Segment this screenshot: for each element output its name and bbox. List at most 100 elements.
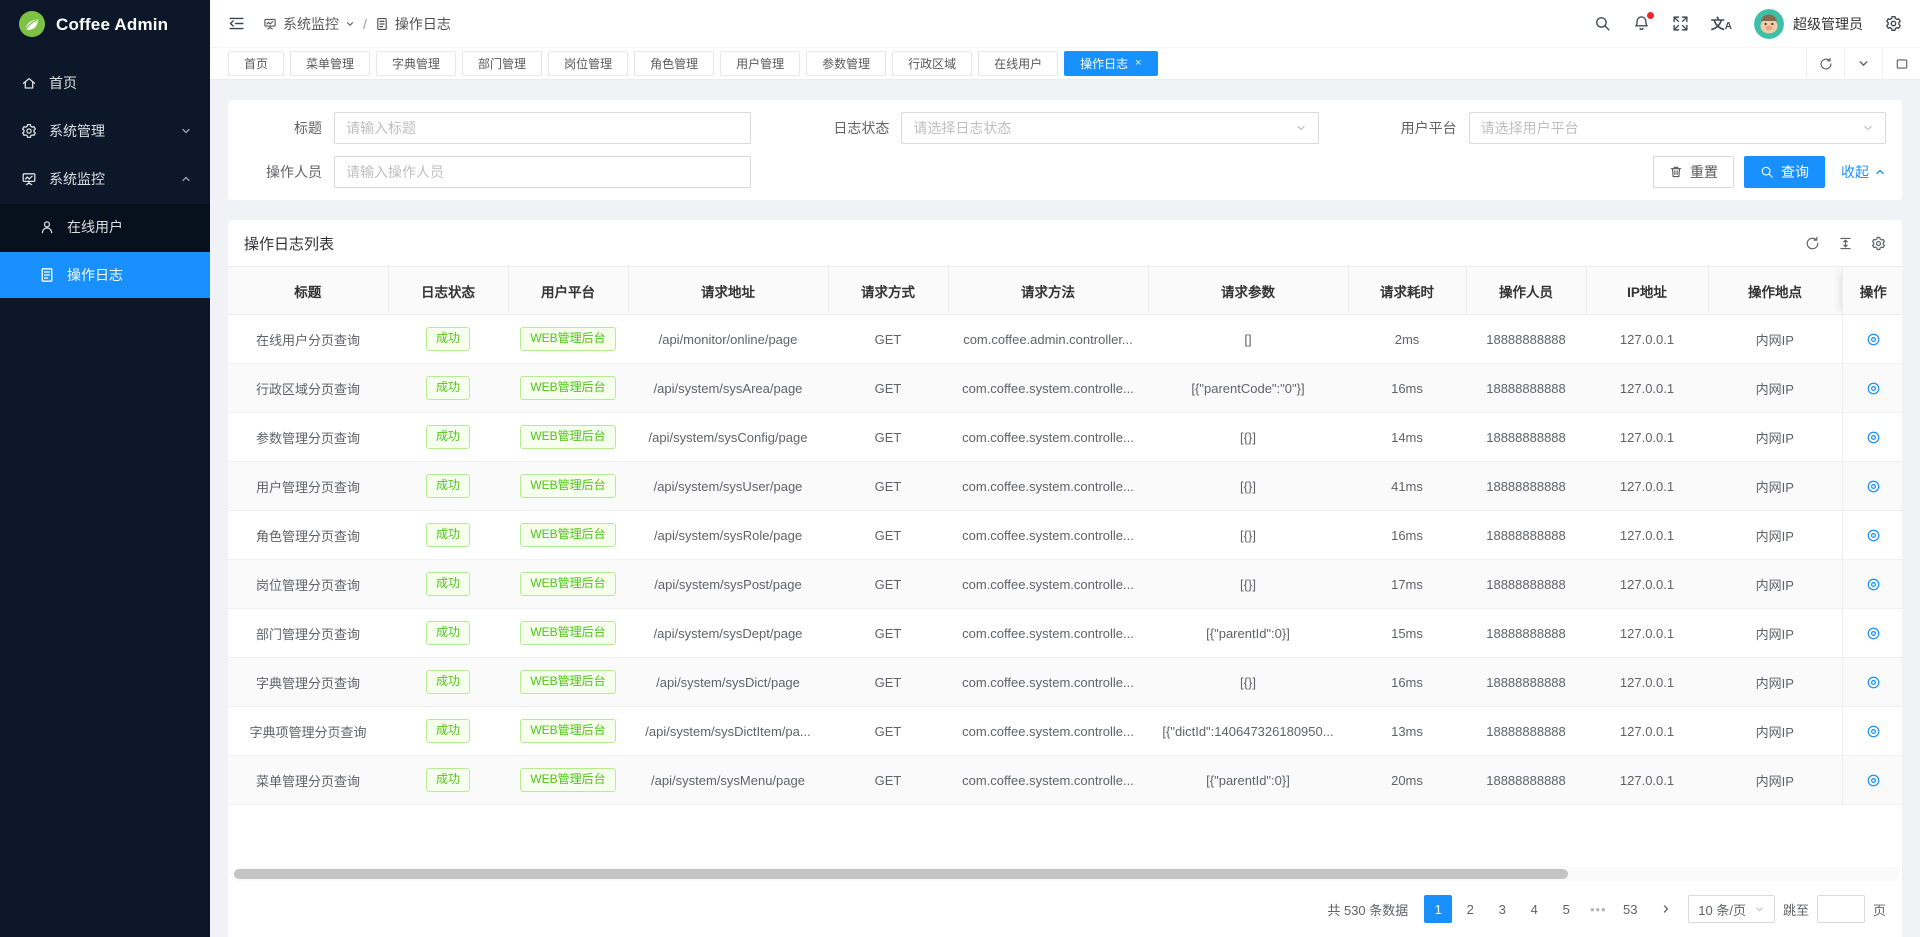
collapse-sidebar-button[interactable] <box>228 15 245 32</box>
tab-close-icon[interactable]: × <box>1135 58 1141 69</box>
tab-item[interactable]: 行政区域 <box>892 51 972 76</box>
search-button[interactable] <box>1594 15 1611 32</box>
title-input[interactable] <box>334 112 751 144</box>
cell-request-method: GET <box>828 756 948 805</box>
view-detail-button[interactable] <box>1864 477 1883 496</box>
view-detail-button[interactable] <box>1864 379 1883 398</box>
sidebar-item-operation-log[interactable]: 操作日志 <box>0 252 210 298</box>
log-icon <box>39 267 55 283</box>
collapse-filter-link[interactable]: 收起 <box>1841 162 1886 182</box>
scrollbar-thumb[interactable] <box>234 869 1568 879</box>
tab-item[interactable]: 用户管理 <box>720 51 800 76</box>
tab-refresh-button[interactable] <box>1806 48 1844 79</box>
page-button[interactable]: 3 <box>1488 895 1516 923</box>
chevron-right-icon <box>1660 903 1672 915</box>
operator-input[interactable] <box>334 156 751 188</box>
next-page-button[interactable] <box>1652 895 1680 923</box>
operator-label: 操作人员 <box>244 162 322 182</box>
fullscreen-button[interactable] <box>1672 15 1689 32</box>
page-button[interactable]: ••• <box>1584 895 1612 923</box>
gear-icon <box>21 123 37 139</box>
cell-params: [{}] <box>1148 658 1348 707</box>
cell-location: 内网IP <box>1708 609 1842 658</box>
sidebar-item-system-monitor[interactable]: 系统监控 <box>0 156 210 202</box>
tab-item[interactable]: 岗位管理 <box>548 51 628 76</box>
search-button[interactable]: 查询 <box>1744 156 1825 188</box>
jump-page-input[interactable] <box>1817 895 1865 923</box>
chevron-down-icon <box>345 19 355 29</box>
user-menu[interactable]: 超级管理员 <box>1754 9 1863 39</box>
cell-location: 内网IP <box>1708 413 1842 462</box>
page-button[interactable]: 4 <box>1520 895 1548 923</box>
sidebar-item-online-users[interactable]: 在线用户 <box>0 204 210 250</box>
column-header: 操作人员 <box>1466 267 1586 315</box>
cell-params: [{}] <box>1148 511 1348 560</box>
sidebar-item-system-management[interactable]: 系统管理 <box>0 108 210 154</box>
tab-item[interactable]: 在线用户 <box>978 51 1058 76</box>
cell-title: 字典项管理分页查询 <box>228 707 388 756</box>
eye-icon <box>1866 332 1881 347</box>
density-button[interactable] <box>1838 236 1853 251</box>
chevron-down-icon <box>1754 904 1765 915</box>
breadcrumb: 系统监控 / 操作日志 <box>263 14 451 34</box>
cell-title: 岗位管理分页查询 <box>228 560 388 609</box>
tab-item[interactable]: 首页 <box>228 51 284 76</box>
tab-item[interactable]: 参数管理 <box>806 51 886 76</box>
view-detail-button[interactable] <box>1864 771 1883 790</box>
refresh-icon <box>1819 57 1833 71</box>
view-detail-button[interactable] <box>1864 575 1883 594</box>
page-button[interactable]: 2 <box>1456 895 1484 923</box>
cell-request-method: GET <box>828 364 948 413</box>
cell-title: 行政区域分页查询 <box>228 364 388 413</box>
tab-item[interactable]: 菜单管理 <box>290 51 370 76</box>
cell-ip: 127.0.0.1 <box>1586 658 1708 707</box>
cell-request-url: /api/system/sysDictItem/pa... <box>628 707 828 756</box>
gear-icon <box>1871 236 1886 251</box>
view-detail-button[interactable] <box>1864 722 1883 741</box>
cell-location: 内网IP <box>1708 511 1842 560</box>
jump-label: 跳至 <box>1783 900 1809 919</box>
tab-item[interactable]: 角色管理 <box>634 51 714 76</box>
page-button[interactable]: 1 <box>1424 895 1452 923</box>
cell-duration: 20ms <box>1348 756 1466 805</box>
view-detail-button[interactable] <box>1864 428 1883 447</box>
view-detail-button[interactable] <box>1864 330 1883 349</box>
main-area: 系统监控 / 操作日志 <box>210 0 1920 937</box>
platform-select[interactable]: 请选择用户平台 <box>1469 112 1886 144</box>
cell-params: [{}] <box>1148 560 1348 609</box>
view-detail-button[interactable] <box>1864 673 1883 692</box>
cell-duration: 16ms <box>1348 511 1466 560</box>
tab-item[interactable]: 部门管理 <box>462 51 542 76</box>
view-detail-button[interactable] <box>1864 526 1883 545</box>
tab-list-dropdown-button[interactable] <box>1844 48 1882 79</box>
sidebar-item-home[interactable]: 首页 <box>0 60 210 106</box>
cell-duration: 13ms <box>1348 707 1466 756</box>
tab-maximize-button[interactable] <box>1882 48 1920 79</box>
cell-request-method: GET <box>828 560 948 609</box>
horizontal-scrollbar[interactable] <box>231 867 1899 881</box>
breadcrumb-parent[interactable]: 系统监控 <box>263 14 355 34</box>
platform-label: 用户平台 <box>1379 118 1457 138</box>
open-tabs: 首页 菜单管理 字典管理 部门管理 <box>210 48 1806 79</box>
eye-icon <box>1866 430 1881 445</box>
notification-bell-button[interactable] <box>1633 15 1650 32</box>
page-button[interactable]: 53 <box>1616 895 1644 923</box>
page-button[interactable]: 5 <box>1552 895 1580 923</box>
settings-button[interactable] <box>1885 15 1902 32</box>
cell-title: 字典管理分页查询 <box>228 658 388 707</box>
table-settings-button[interactable] <box>1871 236 1886 251</box>
cell-request-url: /api/system/sysUser/page <box>628 462 828 511</box>
page-size-select[interactable]: 10 条/页 <box>1688 895 1775 923</box>
reset-button[interactable]: 重置 <box>1653 156 1734 188</box>
view-detail-button[interactable] <box>1864 624 1883 643</box>
table-row: 用户管理分页查询 成功 WEB管理后台 /api/system/sysUser/… <box>228 462 1902 511</box>
translate-button[interactable]: 文A <box>1711 14 1732 34</box>
tab-item[interactable]: 字典管理 <box>376 51 456 76</box>
status-tag: 成功 <box>426 327 470 351</box>
log-status-select[interactable]: 请选择日志状态 <box>901 112 1318 144</box>
tab-item[interactable]: 操作日志 × <box>1064 51 1157 76</box>
refresh-table-button[interactable] <box>1805 236 1820 251</box>
cell-ip: 127.0.0.1 <box>1586 315 1708 364</box>
cell-request-url: /api/system/sysConfig/page <box>628 413 828 462</box>
filter-actions: 重置 查询 收起 <box>811 156 1886 188</box>
